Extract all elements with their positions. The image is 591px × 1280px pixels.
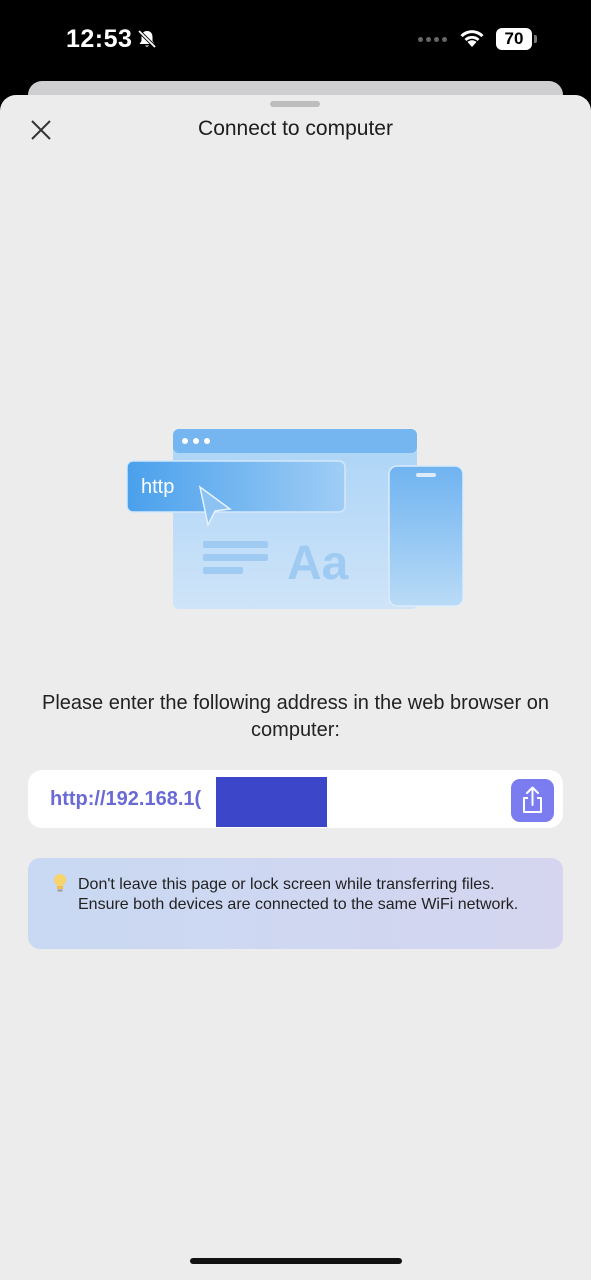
tip-banner: Don't leave this page or lock screen whi… [28,858,563,949]
illustration-aa-label: Aa [287,537,349,590]
sheet-grabber[interactable] [270,101,320,107]
cellular-signal-icon [418,37,447,42]
instruction-text: Please enter the following address in th… [42,692,549,741]
battery-indicator: 70 [496,28,532,50]
battery-nub [534,35,537,43]
home-indicator[interactable] [190,1258,402,1264]
illustration-http-label: http [141,476,174,498]
redacted-block [216,777,327,827]
address-field[interactable]: http://192.168.1( [28,770,563,828]
address-url[interactable]: http://192.168.1( [50,788,201,811]
status-bar: 12:53 70 [0,0,591,80]
computer-connection-illustration: Aa http [126,429,464,609]
page-title: Connect to computer [198,117,393,140]
connect-sheet: Connect to computer Aa http Please enter… [0,95,591,1280]
share-icon [523,786,542,813]
bell-off-icon [137,29,157,49]
phone-screen: 12:53 70 Connect to computer Aa http Ple… [0,0,591,1280]
status-time: 12:53 [66,25,133,53]
tip-text: Don't leave this page or lock screen whi… [78,876,519,913]
lightbulb-icon [54,874,66,892]
wifi-icon [460,30,484,47]
share-button[interactable] [511,779,554,822]
